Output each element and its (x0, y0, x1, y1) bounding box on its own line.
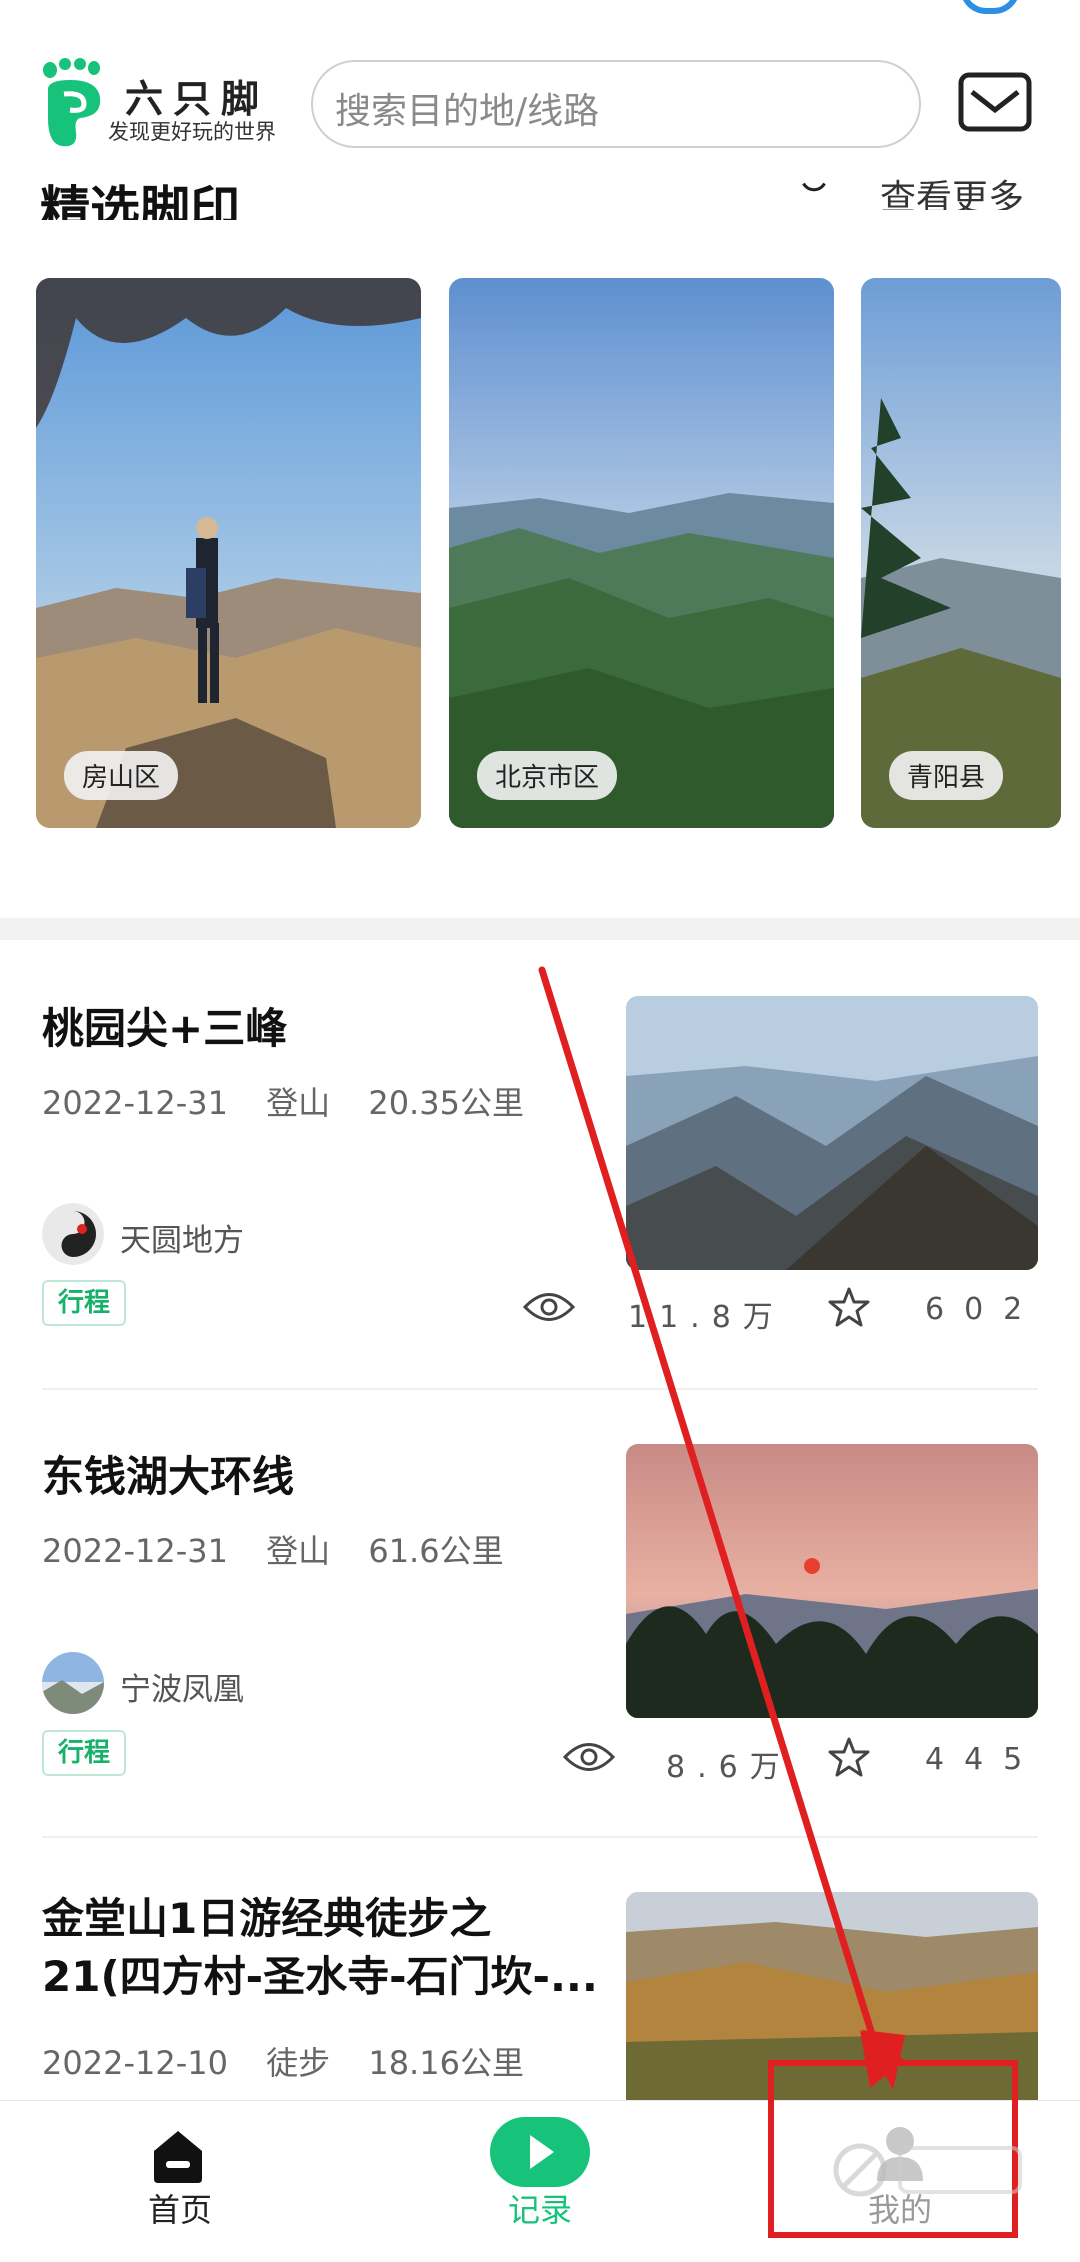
record-play-icon (490, 2117, 590, 2187)
route-activity: 登山 (266, 1532, 331, 1570)
home-icon (154, 2131, 202, 2183)
status-indicator (960, 0, 1020, 14)
route-title: 桃园尖+三峰 (42, 1004, 288, 1053)
trip-badge: 行程 (42, 1280, 126, 1326)
route-activity: 徒步 (266, 2044, 331, 2082)
route-distance: 18.16公里 (368, 2044, 524, 2082)
views-eye-icon (523, 1293, 575, 1321)
footprint-photo (449, 278, 834, 828)
route-meta: 2022-12-31 登山 61.6公里 (42, 1526, 532, 1572)
section-divider (0, 918, 1080, 940)
route-meta: 2022-12-31 登山 20.35公里 (42, 1078, 552, 1124)
section-title: 精选脚印 (40, 181, 240, 220)
route-distance: 61.6公里 (368, 1532, 504, 1570)
route-title: 东钱湖大环线 (42, 1452, 295, 1501)
footprint-card[interactable]: 青阳县 (861, 278, 1061, 828)
favorite-star-icon[interactable] (827, 1736, 871, 1780)
search-placeholder: 搜索目的地/线路 (335, 91, 600, 132)
favorite-star-icon[interactable] (827, 1286, 871, 1330)
footprint-card[interactable]: 房山区 (36, 278, 421, 828)
trip-badge: 行程 (42, 1730, 126, 1776)
route-title: 金堂山1日游经典徒步之21(四方村-圣水寺-石门坎-... (42, 1894, 598, 2001)
footprint-card[interactable]: 北京市区 (449, 278, 834, 828)
app-name: 六只脚 (125, 77, 270, 121)
search-input[interactable]: 搜索目的地/线路 (311, 60, 921, 148)
route-photo[interactable] (626, 1444, 1038, 1718)
app-slogan: 发现更好玩的世界 (108, 120, 276, 144)
views-eye-icon (563, 1743, 615, 1771)
nav-record-label: 记录 (507, 2191, 572, 2229)
location-tag: 青阳县 (889, 751, 1004, 800)
list-divider (42, 1388, 1038, 1390)
mail-icon[interactable] (958, 72, 1032, 132)
route-list-item[interactable]: 东钱湖大环线 2022-12-31 登山 61.6公里 宁波凤凰 行程 8.6万 (0, 1410, 1080, 1840)
author-avatar[interactable] (42, 1652, 104, 1714)
favorite-count: 602 (925, 1292, 1043, 1327)
route-date: 2022-12-31 (42, 1084, 228, 1122)
view-count: 11.8万 (628, 1300, 785, 1335)
route-activity: 登山 (266, 1084, 331, 1122)
nav-record[interactable]: 记录 (360, 2101, 720, 2262)
nav-home-label: 首页 (147, 2191, 212, 2229)
author-avatar[interactable] (42, 1203, 104, 1265)
route-date: 2022-12-10 (42, 2044, 228, 2082)
location-tag: 北京市区 (477, 751, 618, 800)
route-list-item[interactable]: 桃园尖+三峰 2022-12-31 登山 20.35公里 天圆地方 行程 11.… (0, 960, 1080, 1390)
favorite-count: 445 (925, 1742, 1043, 1777)
author-name[interactable]: 天圆地方 (120, 1215, 244, 1260)
footprint-photo (36, 278, 421, 828)
route-meta: 2022-12-10 徒步 18.16公里 (42, 2038, 552, 2084)
refresh-icon[interactable] (794, 176, 834, 206)
footprint-photo (861, 278, 1061, 828)
author-name[interactable]: 宁波凤凰 (120, 1664, 244, 1709)
nav-home[interactable]: 首页 (0, 2101, 360, 2262)
app-header: 六只脚 发现更好玩的世界 搜索目的地/线路 (0, 0, 1080, 190)
watermark-logo (833, 2143, 1022, 2197)
route-photo[interactable] (626, 996, 1038, 1270)
route-distance: 20.35公里 (368, 1084, 524, 1122)
view-count: 8.6万 (666, 1750, 792, 1785)
location-tag: 房山区 (64, 751, 179, 800)
view-more-link[interactable]: 查看更多 (880, 170, 1024, 210)
footprint-logo-icon (43, 58, 101, 147)
list-divider (42, 1836, 1038, 1838)
route-date: 2022-12-31 (42, 1532, 228, 1570)
